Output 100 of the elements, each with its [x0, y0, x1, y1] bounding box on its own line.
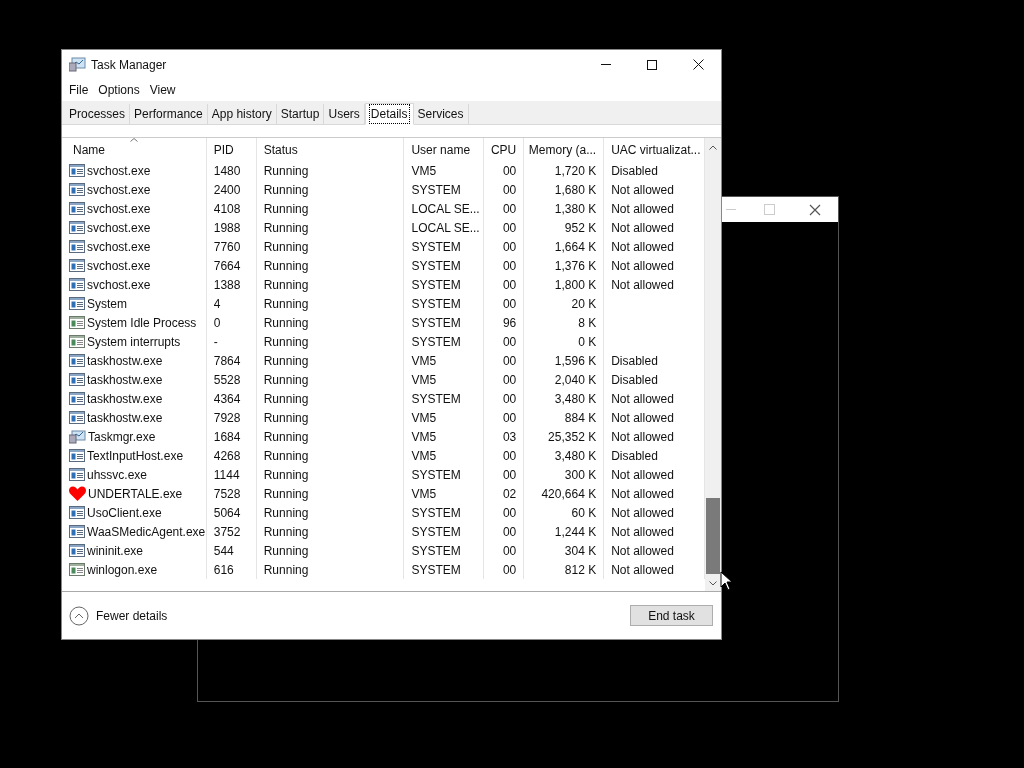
- uac-cell-text: Not allowed: [611, 257, 674, 275]
- window-icon: [69, 202, 85, 215]
- user-name-cell-text: SYSTEM: [411, 295, 461, 313]
- process-name: taskhostw.exe: [87, 390, 163, 408]
- memory-cell-text: 1,664 K: [554, 238, 597, 256]
- pid-cell-text: 544: [213, 542, 234, 560]
- cpu-cell-text: 96: [502, 314, 517, 332]
- status-cell-text: Running: [263, 295, 309, 313]
- end-task-button[interactable]: End task: [630, 605, 713, 626]
- column-header[interactable]: CPU: [484, 138, 525, 161]
- uac-cell-text: Not allowed: [611, 200, 674, 218]
- user-name-cell-text: VM5: [411, 428, 437, 446]
- window-icon: [69, 392, 85, 405]
- tab[interactable]: Users: [324, 104, 365, 124]
- column-header[interactable]: PID: [206, 138, 257, 161]
- process-name: System interrupts: [87, 333, 181, 351]
- tab[interactable]: App history: [207, 104, 277, 124]
- process-name: System Idle Process: [87, 314, 197, 332]
- scrollbar-thumb[interactable]: [706, 498, 720, 574]
- pid-cell-text: 7928: [213, 409, 241, 427]
- memory-cell-text: 1,680 K: [554, 181, 597, 199]
- scroll-up-icon[interactable]: [709, 145, 717, 150]
- window-icon: [69, 335, 85, 348]
- pid-cell-text: 616: [213, 561, 234, 579]
- pid-cell-text: 4108: [213, 200, 241, 218]
- window-icon: [69, 468, 85, 481]
- cpu-cell-text: 00: [502, 504, 517, 522]
- window-icon: [69, 164, 85, 177]
- memory-cell-text: 1,596 K: [554, 352, 597, 370]
- user-name-cell-text: SYSTEM: [411, 314, 461, 332]
- memory-cell-text: 3,480 K: [554, 390, 597, 408]
- memory-cell-text: 0 K: [578, 333, 597, 351]
- status-cell-text: Running: [263, 523, 309, 541]
- column-header[interactable]: Status: [256, 138, 405, 161]
- status-cell-text: Running: [263, 428, 309, 446]
- process-name: taskhostw.exe: [87, 371, 163, 389]
- pid-cell-text: 1684: [213, 428, 241, 446]
- memory-cell-text: 8 K: [578, 314, 597, 332]
- uac-cell-text: Not allowed: [611, 466, 674, 484]
- uac-cell-text: Not allowed: [611, 523, 674, 541]
- process-name: uhssvc.exe: [87, 466, 148, 484]
- tab[interactable]: Startup: [276, 104, 325, 124]
- memory-cell-text: 60 K: [571, 504, 597, 522]
- uac-cell-text: Not allowed: [611, 181, 674, 199]
- close-icon[interactable]: [809, 203, 821, 216]
- cpu-cell-text: 00: [502, 561, 517, 579]
- status-cell-text: Running: [263, 390, 309, 408]
- user-name-cell-text: VM5: [411, 447, 437, 465]
- uac-cell-text: Disabled: [611, 371, 658, 389]
- window-icon: [69, 221, 85, 234]
- process-name: Taskmgr.exe: [88, 428, 156, 446]
- column-header[interactable]: User name: [404, 138, 485, 161]
- memory-cell-text: 304 K: [564, 542, 597, 560]
- fewer-details-link[interactable]: Fewer details: [96, 606, 168, 625]
- uac-cell-text: Not allowed: [611, 428, 674, 446]
- window-icon: [69, 297, 85, 310]
- user-name-cell-text: SYSTEM: [411, 181, 461, 199]
- uac-cell-text: Disabled: [611, 352, 658, 370]
- close-icon[interactable]: [692, 59, 704, 70]
- status-cell-text: Running: [263, 504, 309, 522]
- user-name-cell-text: LOCAL SE...: [411, 219, 480, 237]
- uac-cell-text: Not allowed: [611, 542, 674, 560]
- process-name: svchost.exe: [87, 200, 151, 218]
- window-icon: [69, 354, 85, 367]
- heart-icon: [69, 486, 86, 501]
- memory-cell-text: 2,040 K: [554, 371, 597, 389]
- scroll-down-icon[interactable]: [709, 581, 717, 586]
- tab[interactable]: Processes: [65, 104, 131, 124]
- tab[interactable]: Details: [364, 103, 414, 125]
- pid-cell-text: 5064: [213, 504, 241, 522]
- tab[interactable]: Services: [413, 104, 469, 124]
- memory-cell-text: 1,800 K: [554, 276, 597, 294]
- process-name: WaaSMedicAgent.exe: [87, 523, 206, 541]
- status-cell-text: Running: [263, 181, 309, 199]
- window-icon: [69, 316, 85, 329]
- column-header[interactable]: Name: [62, 138, 207, 161]
- memory-cell-text: 952 K: [564, 219, 597, 237]
- status-cell-text: Running: [263, 409, 309, 427]
- cpu-cell-text: 00: [502, 295, 517, 313]
- cpu-cell-text: 00: [502, 200, 517, 218]
- window-icon: [69, 449, 85, 462]
- menu-item[interactable]: Options: [93, 81, 145, 99]
- process-name: winlogon.exe: [87, 561, 158, 579]
- process-name: System: [87, 295, 127, 313]
- process-name: svchost.exe: [87, 238, 151, 256]
- user-name-cell-text: VM5: [411, 409, 437, 427]
- menu-item[interactable]: File: [64, 81, 94, 99]
- tab[interactable]: Performance: [130, 104, 208, 124]
- user-name-cell-text: SYSTEM: [411, 542, 461, 560]
- column-header[interactable]: Memory (a...: [524, 138, 605, 161]
- cpu-cell-text: 02: [502, 485, 517, 503]
- menu-item[interactable]: View: [144, 81, 181, 99]
- chevron-up-circle-icon[interactable]: [69, 605, 89, 626]
- memory-cell-text: 1,720 K: [554, 162, 597, 180]
- status-cell-text: Running: [263, 257, 309, 275]
- column-header[interactable]: UAC virtualizat...: [604, 138, 705, 161]
- uac-cell-text: Not allowed: [611, 238, 674, 256]
- scrollbar[interactable]: [705, 138, 721, 591]
- maximize-icon[interactable]: [647, 59, 657, 70]
- uac-cell-text: Disabled: [611, 162, 658, 180]
